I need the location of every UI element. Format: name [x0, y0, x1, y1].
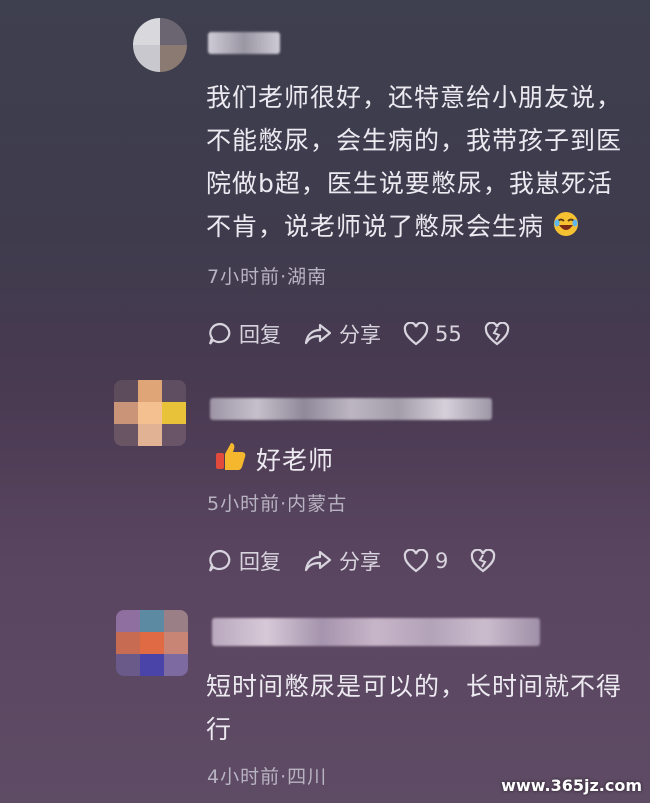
watermark: www.365jz.com — [501, 776, 642, 795]
avatar[interactable] — [133, 18, 187, 72]
dislike-button[interactable] — [484, 322, 516, 346]
heart-icon — [403, 549, 429, 573]
reply-icon — [208, 322, 231, 345]
username-blurred[interactable] — [208, 32, 280, 54]
username-blurred[interactable] — [212, 618, 540, 646]
comment-meta: 4小时前·四川 — [207, 766, 328, 788]
like-button[interactable]: 9 — [403, 549, 448, 573]
reply-button[interactable]: 回复 — [207, 546, 281, 576]
comment-meta: 7小时前·湖南 — [207, 266, 328, 288]
share-icon — [304, 550, 332, 572]
avatar[interactable] — [116, 610, 188, 676]
comment-text: 好老师 — [214, 439, 334, 485]
share-icon — [304, 323, 332, 345]
comment-actions: 回复 分享 9 — [207, 546, 524, 576]
share-label: 分享 — [339, 550, 381, 574]
reply-icon — [208, 549, 231, 572]
share-button[interactable]: 分享 — [303, 319, 381, 349]
avatar[interactable] — [114, 380, 186, 446]
laughing-emoji-icon — [553, 207, 579, 250]
comment-text: 我们老师很好，还特意给小朋友说， 不能憋尿，会生病的，我带孩子到医 院做b超，医… — [206, 76, 626, 250]
thumbs-up-emoji-icon — [214, 440, 248, 485]
broken-heart-icon — [484, 322, 509, 346]
reply-label: 回复 — [239, 323, 281, 347]
broken-heart-icon — [471, 549, 496, 573]
heart-icon — [403, 322, 429, 346]
comment-actions: 回复 分享 55 — [207, 319, 538, 349]
share-label: 分享 — [339, 323, 381, 347]
username-blurred[interactable] — [210, 398, 492, 420]
like-count: 9 — [435, 549, 449, 573]
like-count: 55 — [435, 322, 462, 346]
share-button[interactable]: 分享 — [303, 546, 381, 576]
reply-button[interactable]: 回复 — [207, 319, 281, 349]
comment-text: 短时间憋尿是可以的，长时间就不得 行 — [206, 672, 623, 744]
reply-label: 回复 — [239, 550, 281, 574]
comment-meta: 5小时前·内蒙古 — [207, 493, 348, 515]
like-button[interactable]: 55 — [403, 322, 462, 346]
dislike-button[interactable] — [470, 549, 502, 573]
